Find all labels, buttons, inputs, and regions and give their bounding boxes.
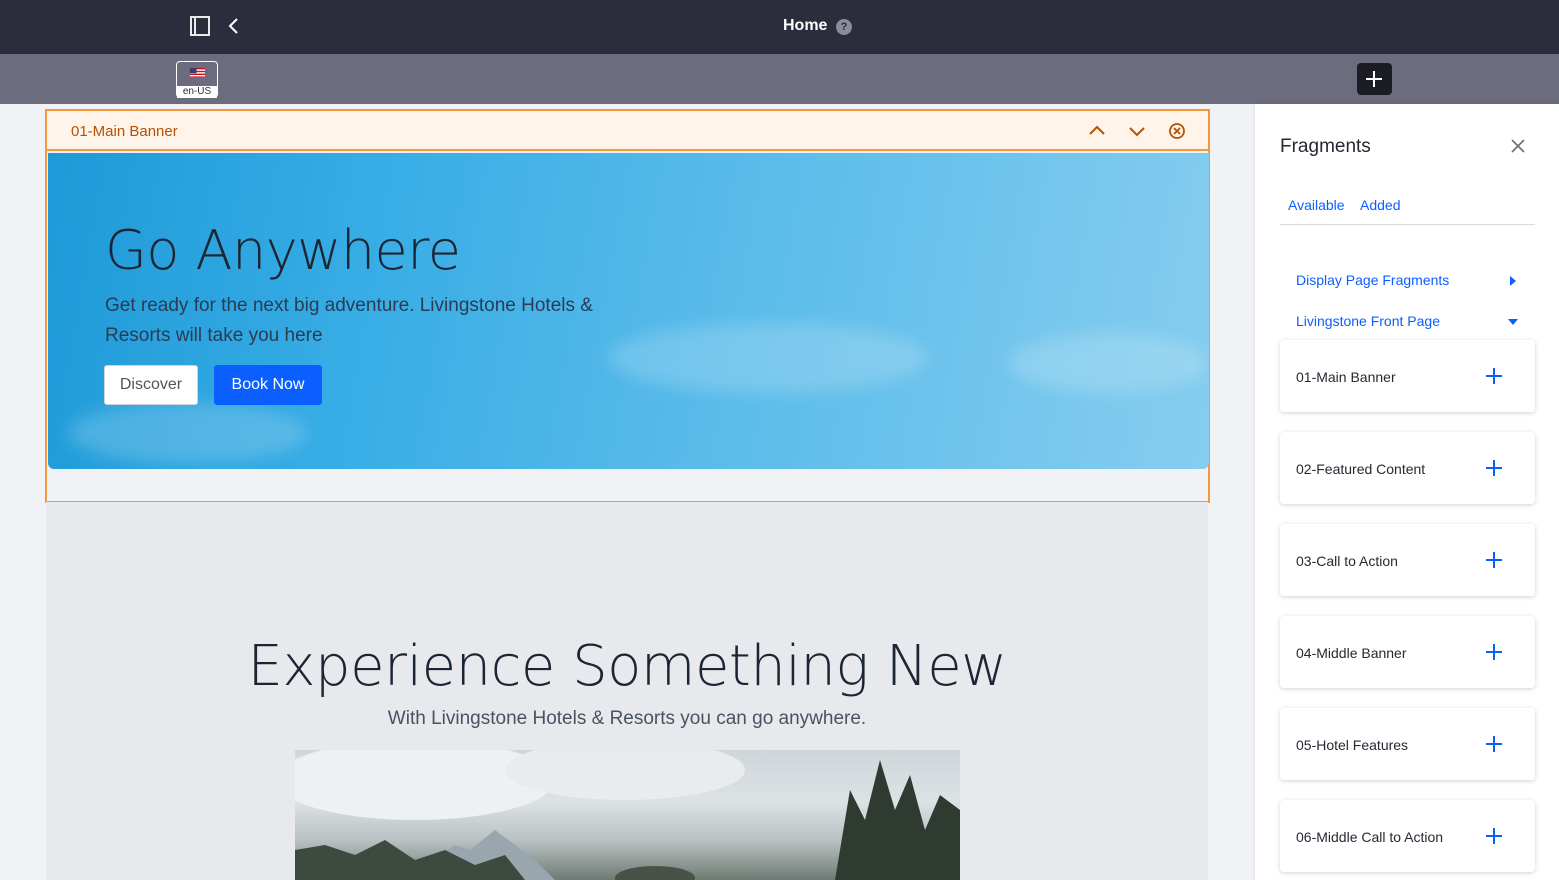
caret-down-icon[interactable] <box>1508 319 1518 325</box>
cloud-shape <box>1008 333 1208 393</box>
caret-right-icon[interactable] <box>1509 276 1517 286</box>
book-now-button[interactable]: Book Now <box>214 365 322 405</box>
tab-added[interactable]: Added <box>1360 197 1400 213</box>
move-up-icon[interactable] <box>1087 121 1107 141</box>
landscape-image <box>295 750 960 880</box>
collection-livingstone-front-page[interactable]: Livingstone Front Page <box>1296 313 1440 329</box>
back-chevron-icon[interactable] <box>226 16 242 36</box>
fragment-card-label: 04-Middle Banner <box>1296 645 1407 661</box>
fragments-sidebar: Fragments Available Added Display Page F… <box>1255 104 1559 880</box>
fragment-card[interactable]: 04-Middle Banner <box>1280 616 1535 688</box>
top-bar: Home ? <box>0 0 1559 54</box>
close-icon[interactable] <box>1510 138 1526 154</box>
plus-icon[interactable] <box>1485 551 1503 569</box>
move-down-icon[interactable] <box>1127 121 1147 141</box>
banner-heading: Go Anywhere <box>105 219 461 282</box>
sidebar-tabs: Available Added <box>1280 196 1535 225</box>
fragment-header: 01-Main Banner <box>47 111 1208 151</box>
fragment-card-label: 05-Hotel Features <box>1296 737 1409 753</box>
plus-icon[interactable] <box>1485 367 1503 385</box>
sidebar-title: Fragments <box>1280 136 1371 157</box>
fragment-name: 01-Main Banner <box>71 123 178 140</box>
plus-icon <box>1366 71 1382 87</box>
fragment-card[interactable]: 05-Hotel Features <box>1280 708 1535 780</box>
cloud-shape <box>68 403 308 463</box>
mountain-forest-graphic <box>295 750 960 880</box>
help-icon[interactable]: ? <box>836 19 852 35</box>
collection-display-page-fragments[interactable]: Display Page Fragments <box>1296 272 1449 288</box>
plus-icon[interactable] <box>1485 827 1503 845</box>
fragment-card[interactable]: 06-Middle Call to Action <box>1280 800 1535 872</box>
plus-icon[interactable] <box>1485 735 1503 753</box>
editor-toolbar: en-US <box>0 54 1559 104</box>
remove-fragment-icon[interactable] <box>1167 121 1187 141</box>
us-flag-icon <box>190 68 205 78</box>
section-heading: Experience Something New <box>247 634 1007 699</box>
locale-selector[interactable]: en-US <box>176 61 218 98</box>
tab-available[interactable]: Available <box>1288 197 1345 213</box>
plus-icon[interactable] <box>1485 459 1503 477</box>
fragment-card-label: 03-Call to Action <box>1296 553 1398 569</box>
cloud-shape <box>608 323 928 393</box>
section-subtitle: With Livingstone Hotels & Resorts you ca… <box>387 708 867 729</box>
page-canvas: 01-Main Banner Go Anywhere Get ready for… <box>0 104 1255 880</box>
fragment-card-label: 02-Featured Content <box>1296 461 1426 477</box>
featured-section: Experience Something New With Livingston… <box>46 502 1208 880</box>
main-banner: Go Anywhere Get ready for the next big a… <box>48 153 1209 469</box>
sidebar-toggle-icon[interactable] <box>189 16 211 36</box>
page-title: Home <box>783 17 828 34</box>
fragment-card-label: 01-Main Banner <box>1296 369 1396 385</box>
selected-fragment[interactable]: 01-Main Banner Go Anywhere Get ready for… <box>45 109 1210 503</box>
banner-text: Get ready for the next big adventure. Li… <box>105 295 593 346</box>
fragment-card[interactable]: 01-Main Banner <box>1280 340 1535 412</box>
fragment-card-label: 06-Middle Call to Action <box>1296 829 1444 845</box>
fragment-card[interactable]: 02-Featured Content <box>1280 432 1535 504</box>
locale-code: en-US <box>177 86 217 98</box>
discover-button[interactable]: Discover <box>104 365 198 405</box>
add-fragment-button[interactable] <box>1357 63 1392 95</box>
plus-icon[interactable] <box>1485 643 1503 661</box>
fragment-card[interactable]: 03-Call to Action <box>1280 524 1535 596</box>
